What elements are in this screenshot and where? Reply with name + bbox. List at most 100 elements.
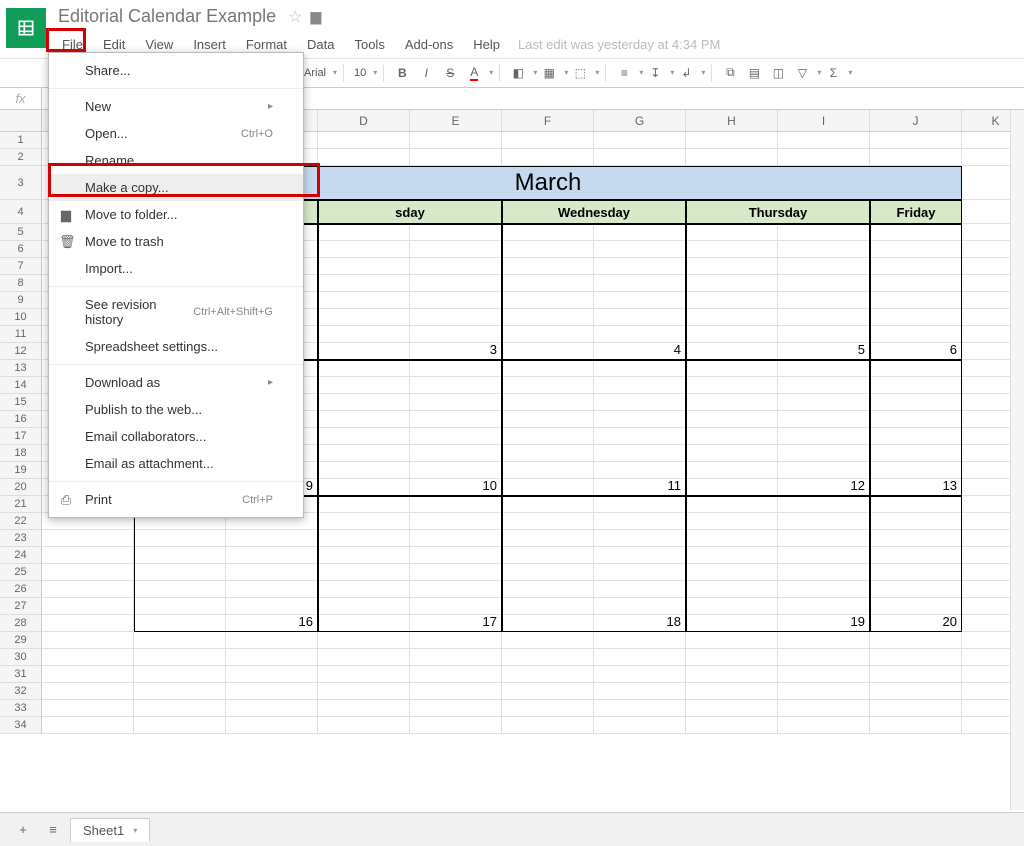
cell[interactable] <box>42 632 134 649</box>
cell[interactable] <box>318 683 410 700</box>
row-header[interactable]: 31 <box>0 666 42 683</box>
add-sheet-button[interactable]: + <box>10 818 36 842</box>
menu-email-attachment[interactable]: Email as attachment... <box>49 450 303 477</box>
sheet-tab-1[interactable]: Sheet1 ▾ <box>70 818 150 842</box>
cell[interactable] <box>870 132 962 149</box>
calendar-cell[interactable]: 4 <box>502 224 686 360</box>
row-header[interactable]: 33 <box>0 700 42 717</box>
cell[interactable] <box>318 632 410 649</box>
fill-color-button[interactable]: ◧ <box>506 62 530 84</box>
menu-data[interactable]: Data <box>297 33 344 56</box>
vertical-scrollbar[interactable] <box>1010 110 1024 810</box>
cell[interactable] <box>594 700 686 717</box>
menu-open[interactable]: Open...Ctrl+O <box>49 120 303 147</box>
cell[interactable] <box>42 683 134 700</box>
cell[interactable] <box>870 717 962 734</box>
cell[interactable] <box>594 132 686 149</box>
cell[interactable] <box>502 683 594 700</box>
row-header[interactable]: 16 <box>0 411 42 428</box>
sheets-logo[interactable] <box>6 8 46 48</box>
select-all-corner[interactable] <box>0 110 42 132</box>
cell[interactable] <box>594 649 686 666</box>
functions-button[interactable]: Σ <box>821 62 845 84</box>
cell[interactable] <box>502 649 594 666</box>
calendar-cell[interactable]: 13 <box>870 360 962 496</box>
cell[interactable] <box>778 632 870 649</box>
row-header[interactable]: 8 <box>0 275 42 292</box>
row-header[interactable]: 34 <box>0 717 42 734</box>
merge-button[interactable]: ⬚ <box>568 62 592 84</box>
cell[interactable] <box>410 149 502 166</box>
row-header[interactable]: 20 <box>0 479 42 496</box>
calendar-cell[interactable]: 3 <box>318 224 502 360</box>
cell[interactable] <box>502 149 594 166</box>
cell[interactable] <box>226 717 318 734</box>
cell[interactable] <box>410 717 502 734</box>
cell[interactable] <box>594 717 686 734</box>
cell[interactable] <box>686 683 778 700</box>
cell[interactable] <box>226 666 318 683</box>
column-header[interactable]: J <box>870 110 962 131</box>
cell[interactable] <box>226 700 318 717</box>
filter-button[interactable]: ▽ <box>790 62 814 84</box>
cell[interactable] <box>870 683 962 700</box>
strike-button[interactable]: S <box>438 62 462 84</box>
chart-button[interactable]: ◫ <box>766 62 790 84</box>
row-header[interactable]: 27 <box>0 598 42 615</box>
row-header[interactable]: 10 <box>0 309 42 326</box>
link-button[interactable]: ⧉ <box>718 62 742 84</box>
bold-button[interactable]: B <box>390 62 414 84</box>
cell[interactable] <box>226 683 318 700</box>
cell[interactable] <box>318 132 410 149</box>
menu-share[interactable]: Share... <box>49 57 303 84</box>
cell[interactable] <box>594 683 686 700</box>
cell[interactable] <box>778 717 870 734</box>
cell[interactable] <box>686 666 778 683</box>
cell[interactable] <box>42 547 134 564</box>
calendar-day-header[interactable]: Thursday <box>686 200 870 224</box>
cell[interactable] <box>778 132 870 149</box>
cell[interactable] <box>42 581 134 598</box>
halign-button[interactable]: ≡ <box>612 62 636 84</box>
cell[interactable] <box>226 632 318 649</box>
calendar-day-header[interactable]: sday <box>318 200 502 224</box>
row-header[interactable]: 30 <box>0 649 42 666</box>
column-header[interactable]: G <box>594 110 686 131</box>
row-header[interactable]: 17 <box>0 428 42 445</box>
cell[interactable] <box>870 666 962 683</box>
cell[interactable] <box>594 666 686 683</box>
cell[interactable] <box>686 717 778 734</box>
cell[interactable] <box>410 649 502 666</box>
row-header[interactable]: 14 <box>0 377 42 394</box>
italic-button[interactable]: I <box>414 62 438 84</box>
column-header[interactable]: D <box>318 110 410 131</box>
cell[interactable] <box>318 717 410 734</box>
row-header[interactable]: 29 <box>0 632 42 649</box>
row-header[interactable]: 24 <box>0 547 42 564</box>
row-header[interactable]: 9 <box>0 292 42 309</box>
cell[interactable] <box>42 615 134 632</box>
calendar-cell[interactable]: 12 <box>686 360 870 496</box>
text-color-button[interactable]: A <box>462 62 486 84</box>
cell[interactable] <box>594 149 686 166</box>
font-size-selector[interactable]: 10 <box>350 67 370 79</box>
cell[interactable] <box>134 700 226 717</box>
cell[interactable] <box>42 717 134 734</box>
cell[interactable] <box>42 598 134 615</box>
row-header[interactable]: 19 <box>0 462 42 479</box>
cell[interactable] <box>502 700 594 717</box>
menu-move-to-folder[interactable]: ▆Move to folder... <box>49 201 303 228</box>
row-header[interactable]: 11 <box>0 326 42 343</box>
cell[interactable] <box>318 700 410 717</box>
calendar-cell[interactable]: 18 <box>502 496 686 632</box>
cell[interactable] <box>318 649 410 666</box>
menu-download-as[interactable]: Download as▸ <box>49 369 303 396</box>
row-header[interactable]: 28 <box>0 615 42 632</box>
menu-help[interactable]: Help <box>463 33 510 56</box>
menu-addons[interactable]: Add-ons <box>395 33 463 56</box>
calendar-day-header[interactable]: Friday <box>870 200 962 224</box>
cell[interactable] <box>134 717 226 734</box>
cell[interactable] <box>778 683 870 700</box>
calendar-cell[interactable]: 5 <box>686 224 870 360</box>
menu-new[interactable]: New▸ <box>49 93 303 120</box>
